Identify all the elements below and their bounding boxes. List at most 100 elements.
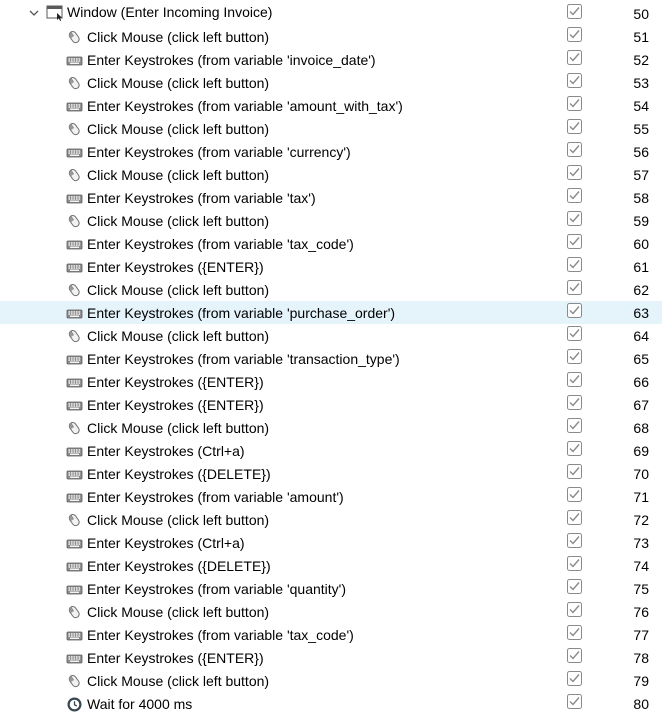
line-number: 69 (633, 443, 649, 459)
tree-row-keys[interactable]: Enter Keystrokes ({ENTER}) 66 (0, 370, 662, 393)
checkbox-checked[interactable] (567, 418, 582, 433)
tree-row-keys[interactable]: Enter Keystrokes (from variable 'currenc… (0, 140, 662, 163)
checkbox-checked[interactable] (567, 533, 582, 548)
tree-row-keys[interactable]: Enter Keystrokes (from variable 'invoice… (0, 48, 662, 71)
window-icon (46, 5, 63, 21)
chevron-down-icon[interactable] (29, 8, 39, 18)
tree-row-label: Click Mouse (click left button) (87, 167, 270, 183)
line-number: 55 (633, 121, 649, 137)
keyboard-icon (66, 470, 83, 480)
tree-row-label: Enter Keystrokes (from variable 'purchas… (87, 305, 396, 321)
tree-row-keys[interactable]: Enter Keystrokes ({ENTER}) 61 (0, 255, 662, 278)
checkbox-checked[interactable] (567, 27, 582, 42)
tree-node-label: Window (Enter Incoming Invoice) (67, 4, 273, 20)
line-number: 66 (633, 374, 649, 390)
tree-row-label: Enter Keystrokes (from variable 'amount_… (87, 98, 403, 114)
tree-row-click[interactable]: Click Mouse (click left button) 62 (0, 278, 662, 301)
tree-row-label: Enter Keystrokes (from variable 'tax') (87, 190, 316, 206)
checkbox-checked[interactable] (567, 4, 582, 19)
tree-row-keys[interactable]: Enter Keystrokes ({ENTER}) 67 (0, 393, 662, 416)
tree-row-click[interactable]: Click Mouse (click left button) 57 (0, 163, 662, 186)
action-tree[interactable]: Window (Enter Incoming Invoice) 50 Click… (0, 2, 662, 715)
line-number: 78 (633, 650, 649, 666)
checkbox-checked[interactable] (567, 188, 582, 203)
tree-row-keys[interactable]: Enter Keystrokes ({DELETE}) 70 (0, 462, 662, 485)
tree-node-window[interactable]: Window (Enter Incoming Invoice) 50 (0, 2, 662, 25)
line-number: 52 (633, 52, 649, 68)
checkbox-checked[interactable] (567, 165, 582, 180)
checkbox-checked[interactable] (567, 96, 582, 111)
keyboard-icon (66, 378, 83, 388)
tree-row-keys[interactable]: Enter Keystrokes (from variable 'quantit… (0, 577, 662, 600)
keyboard-icon (66, 654, 83, 664)
tree-row-label: Click Mouse (click left button) (87, 328, 270, 344)
tree-row-label: Enter Keystrokes (Ctrl+a) (87, 535, 245, 551)
tree-row-keys[interactable]: Enter Keystrokes (from variable 'tax_cod… (0, 232, 662, 255)
keyboard-icon (66, 562, 83, 572)
checkbox-checked[interactable] (567, 119, 582, 134)
line-number: 64 (633, 328, 649, 344)
tree-row-label: Enter Keystrokes (from variable 'amount'… (87, 489, 344, 505)
tree-row-click[interactable]: Click Mouse (click left button) 51 (0, 25, 662, 48)
tree-row-label: Enter Keystrokes (from variable 'transac… (87, 351, 400, 367)
tree-row-label: Enter Keystrokes (from variable 'quantit… (87, 581, 346, 597)
tree-row-click[interactable]: Click Mouse (click left button) 59 (0, 209, 662, 232)
checkbox-checked[interactable] (567, 50, 582, 65)
tree-row-label: Enter Keystrokes ({ENTER}) (87, 259, 264, 275)
keyboard-icon (66, 355, 83, 365)
checkbox-checked[interactable] (567, 579, 582, 594)
checkbox-checked[interactable] (567, 648, 582, 663)
checkbox-checked[interactable] (567, 280, 582, 295)
tree-row-click[interactable]: Click Mouse (click left button) 79 (0, 669, 662, 692)
line-number: 73 (633, 535, 649, 551)
checkbox-checked[interactable] (567, 487, 582, 502)
checkbox-checked[interactable] (567, 694, 582, 709)
checkbox-checked[interactable] (567, 211, 582, 226)
mouse-icon (68, 215, 80, 228)
tree-row-keys[interactable]: Enter Keystrokes (Ctrl+a) 69 (0, 439, 662, 462)
checkbox-checked[interactable] (567, 671, 582, 686)
tree-row-keys[interactable]: Enter Keystrokes (from variable 'amount'… (0, 485, 662, 508)
tree-row-click[interactable]: Click Mouse (click left button) 55 (0, 117, 662, 140)
line-number: 79 (633, 673, 649, 689)
checkbox-checked[interactable] (567, 303, 582, 318)
tree-row-label: Enter Keystrokes ({ENTER}) (87, 397, 264, 413)
checkbox-checked[interactable] (567, 372, 582, 387)
checkbox-checked[interactable] (567, 602, 582, 617)
checkbox-checked[interactable] (567, 510, 582, 525)
tree-row-click[interactable]: Click Mouse (click left button) 72 (0, 508, 662, 531)
tree-row-keys[interactable]: Enter Keystrokes (Ctrl+a) 73 (0, 531, 662, 554)
tree-row-label: Enter Keystrokes (Ctrl+a) (87, 443, 245, 459)
checkbox-checked[interactable] (567, 234, 582, 249)
checkbox-checked[interactable] (567, 556, 582, 571)
line-number: 67 (633, 397, 649, 413)
tree-row-wait[interactable]: Wait for 4000 ms 80 (0, 692, 662, 715)
line-number: 56 (633, 144, 649, 160)
checkbox-checked[interactable] (567, 625, 582, 640)
tree-row-label: Click Mouse (click left button) (87, 420, 270, 436)
tree-row-keys[interactable]: Enter Keystrokes (from variable 'transac… (0, 347, 662, 370)
checkbox-checked[interactable] (567, 73, 582, 88)
checkbox-checked[interactable] (567, 326, 582, 341)
checkbox-checked[interactable] (567, 441, 582, 456)
checkbox-checked[interactable] (567, 395, 582, 410)
tree-row-label: Wait for 4000 ms (87, 696, 193, 712)
tree-row-label: Click Mouse (click left button) (87, 29, 270, 45)
tree-row-click[interactable]: Click Mouse (click left button) 64 (0, 324, 662, 347)
line-number: 63 (633, 305, 649, 321)
tree-row-keys[interactable]: Enter Keystrokes (from variable 'amount_… (0, 94, 662, 117)
checkbox-checked[interactable] (567, 257, 582, 272)
tree-row-keys[interactable]: Enter Keystrokes (from variable 'purchas… (0, 301, 662, 324)
tree-row-click[interactable]: Click Mouse (click left button) 53 (0, 71, 662, 94)
tree-row-click[interactable]: Click Mouse (click left button) 68 (0, 416, 662, 439)
line-number: 59 (633, 213, 649, 229)
tree-row-keys[interactable]: Enter Keystrokes (from variable 'tax_cod… (0, 623, 662, 646)
tree-row-keys[interactable]: Enter Keystrokes ({ENTER}) 78 (0, 646, 662, 669)
tree-row-keys[interactable]: Enter Keystrokes (from variable 'tax') 58 (0, 186, 662, 209)
checkbox-checked[interactable] (567, 142, 582, 157)
clock-icon (67, 697, 82, 712)
checkbox-checked[interactable] (567, 349, 582, 364)
checkbox-checked[interactable] (567, 464, 582, 479)
tree-row-click[interactable]: Click Mouse (click left button) 76 (0, 600, 662, 623)
tree-row-keys[interactable]: Enter Keystrokes ({DELETE}) 74 (0, 554, 662, 577)
